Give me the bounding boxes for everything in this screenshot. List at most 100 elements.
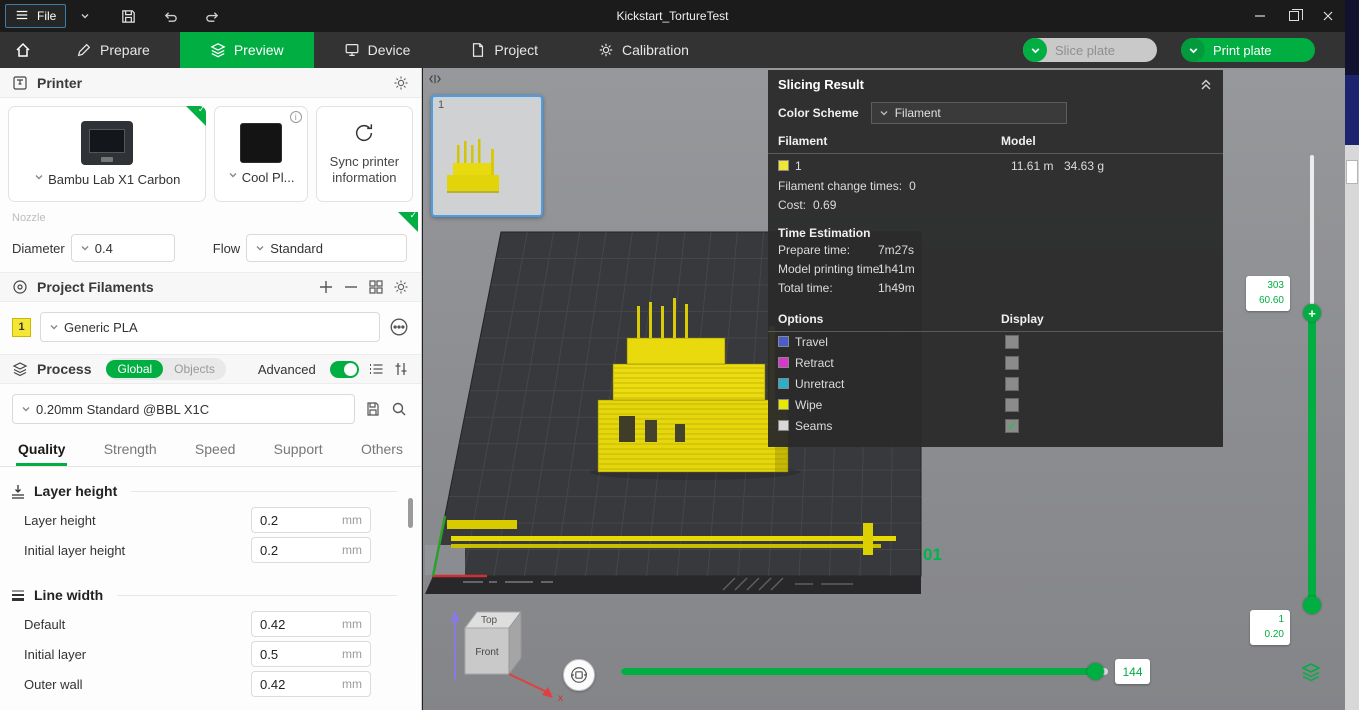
device-icon bbox=[345, 44, 359, 56]
printer-image bbox=[81, 120, 134, 165]
print-plate-button[interactable]: Print plate bbox=[1181, 38, 1315, 62]
ams-sync-icon[interactable] bbox=[368, 279, 384, 295]
save-preset-icon[interactable] bbox=[365, 401, 381, 417]
tab-calibration[interactable]: Calibration bbox=[568, 32, 719, 68]
layer-height-input[interactable]: 0.2 mm bbox=[251, 507, 371, 533]
option-row-travel: Travel bbox=[768, 332, 1223, 353]
param-scroll-area[interactable]: Layer height Layer height 0.2 mm Initial… bbox=[0, 467, 421, 699]
filament-settings-gear-icon[interactable] bbox=[393, 279, 409, 295]
gcode-move-value: 144 bbox=[1115, 659, 1150, 684]
search-preset-icon[interactable] bbox=[391, 401, 407, 417]
printer-select-chevron-icon[interactable] bbox=[34, 172, 44, 188]
layer-slider-range[interactable] bbox=[1308, 313, 1316, 605]
group-title-layer-height: Layer height bbox=[34, 483, 118, 499]
compare-settings-icon[interactable] bbox=[393, 361, 409, 377]
toggle-global[interactable]: Global bbox=[106, 360, 164, 378]
filament-weight: 34.63 g bbox=[1064, 159, 1105, 173]
tab-speed[interactable]: Speed bbox=[193, 432, 237, 466]
bottom-layer-height: 0.20 bbox=[1264, 628, 1284, 640]
gizmo-front-label: Front bbox=[475, 647, 499, 658]
plate-thumbnail-number: 1 bbox=[438, 99, 445, 111]
printer-settings-gear-icon[interactable] bbox=[393, 75, 409, 91]
advanced-toggle[interactable] bbox=[329, 360, 359, 378]
close-button[interactable] bbox=[1311, 0, 1345, 32]
slice-options-chevron-icon[interactable] bbox=[1023, 38, 1047, 62]
orientation-gizmo[interactable]: Top Front x bbox=[445, 588, 575, 708]
nozzle-diameter-select[interactable]: 0.4 bbox=[70, 234, 175, 262]
tab-device[interactable]: Device bbox=[314, 32, 441, 68]
tab-prepare[interactable]: Prepare bbox=[46, 32, 180, 68]
wipe-checkbox[interactable] bbox=[1005, 398, 1019, 412]
group-title-line-width: Line width bbox=[34, 587, 104, 603]
process-section-header: Process Global Objects Advanced bbox=[0, 354, 421, 384]
layer-slider-top-handle[interactable]: + bbox=[1303, 304, 1321, 322]
filament-select[interactable]: Generic PLA bbox=[40, 312, 380, 342]
line-width-outer-wall-input[interactable]: 0.42 mm bbox=[251, 671, 371, 697]
tab-strength[interactable]: Strength bbox=[102, 432, 159, 466]
printer-card[interactable]: Bambu Lab X1 Carbon bbox=[8, 106, 207, 202]
redo-icon[interactable] bbox=[202, 6, 222, 26]
unretract-checkbox[interactable] bbox=[1005, 377, 1019, 391]
plate-image bbox=[240, 122, 283, 163]
save-icon[interactable] bbox=[118, 6, 138, 26]
line-width-initial-layer-input[interactable]: 0.5 mm bbox=[251, 641, 371, 667]
tab-others[interactable]: Others bbox=[359, 432, 405, 466]
file-menu-button[interactable]: File bbox=[5, 4, 67, 28]
travel-checkbox[interactable] bbox=[1005, 335, 1019, 349]
filament-color-swatch bbox=[778, 160, 789, 171]
preview-icon bbox=[210, 43, 226, 58]
orbit-camera-button[interactable] bbox=[563, 659, 595, 691]
viewport-3d[interactable]: Bambu Lab X1 Plate bbox=[423, 68, 1345, 710]
build-plate-card[interactable]: i Cool Pl... bbox=[214, 106, 308, 202]
tab-preview[interactable]: Preview bbox=[179, 32, 314, 68]
color-scheme-select[interactable]: Filament bbox=[870, 102, 1067, 124]
color-scheme-value: Filament bbox=[894, 106, 941, 120]
gcode-move-slider[interactable] bbox=[621, 668, 1108, 675]
line-width-default-input[interactable]: 0.42 mm bbox=[251, 611, 371, 637]
diameter-value: 0.4 bbox=[94, 240, 113, 256]
tab-support[interactable]: Support bbox=[272, 432, 325, 466]
filament-slot-badge[interactable]: 1 bbox=[12, 317, 31, 337]
filament-edit-icon[interactable] bbox=[389, 317, 409, 337]
plate-info-icon[interactable]: i bbox=[289, 111, 302, 123]
plate-thumbnail[interactable]: 1 bbox=[431, 95, 543, 217]
seams-checkbox[interactable] bbox=[1005, 418, 1019, 434]
column-filament: Filament bbox=[778, 134, 828, 148]
time-estimation-header: Time Estimation bbox=[778, 226, 871, 240]
slice-plate-button[interactable]: Slice plate bbox=[1023, 38, 1157, 62]
hamburger-icon bbox=[15, 8, 31, 24]
print-options-chevron-icon[interactable] bbox=[1181, 38, 1205, 62]
tab-project[interactable]: Project bbox=[440, 32, 568, 68]
layers-view-button[interactable] bbox=[1299, 660, 1323, 684]
layer-slider-bottom-handle[interactable] bbox=[1303, 596, 1321, 614]
process-preset-name: 0.20mm Standard @BBL X1C bbox=[36, 401, 210, 417]
sidebar-scrollbar[interactable] bbox=[408, 498, 413, 528]
layer-slider-top-tooltip: 303 60.60 bbox=[1246, 276, 1290, 311]
file-dropdown-chevron[interactable] bbox=[74, 9, 96, 24]
toggle-objects[interactable]: Objects bbox=[163, 360, 226, 378]
preset-list-icon[interactable] bbox=[368, 361, 384, 377]
chevron-down-icon bbox=[21, 404, 31, 414]
retract-checkbox[interactable] bbox=[1005, 356, 1019, 370]
add-filament-icon[interactable] bbox=[318, 279, 334, 295]
home-icon bbox=[16, 42, 30, 57]
tab-quality[interactable]: Quality bbox=[16, 432, 68, 466]
collapse-panel-icon[interactable] bbox=[1199, 77, 1213, 91]
filament-slot: 1 bbox=[795, 159, 802, 173]
initial-layer-height-input[interactable]: 0.2 mm bbox=[251, 537, 371, 563]
background-window-blue bbox=[1345, 75, 1359, 145]
minimize-button[interactable] bbox=[1243, 0, 1277, 32]
process-preset-select[interactable]: 0.20mm Standard @BBL X1C bbox=[12, 394, 355, 424]
gcode-move-slider-handle[interactable] bbox=[1087, 663, 1104, 680]
orbit-icon bbox=[571, 667, 587, 683]
sidebar-collapse-handle[interactable] bbox=[426, 71, 444, 87]
maximize-button[interactable] bbox=[1277, 0, 1311, 32]
plate-select-chevron-icon[interactable] bbox=[228, 170, 238, 186]
tab-home[interactable] bbox=[0, 32, 46, 68]
flow-select[interactable]: Standard bbox=[246, 234, 407, 262]
prepare-time-row: Prepare time: 7m27s bbox=[778, 243, 915, 257]
sync-printer-card[interactable]: Sync printer information bbox=[315, 106, 413, 202]
remove-filament-icon[interactable] bbox=[343, 279, 359, 295]
scope-toggle[interactable]: Global Objects bbox=[106, 358, 226, 380]
undo-icon[interactable] bbox=[160, 6, 180, 26]
